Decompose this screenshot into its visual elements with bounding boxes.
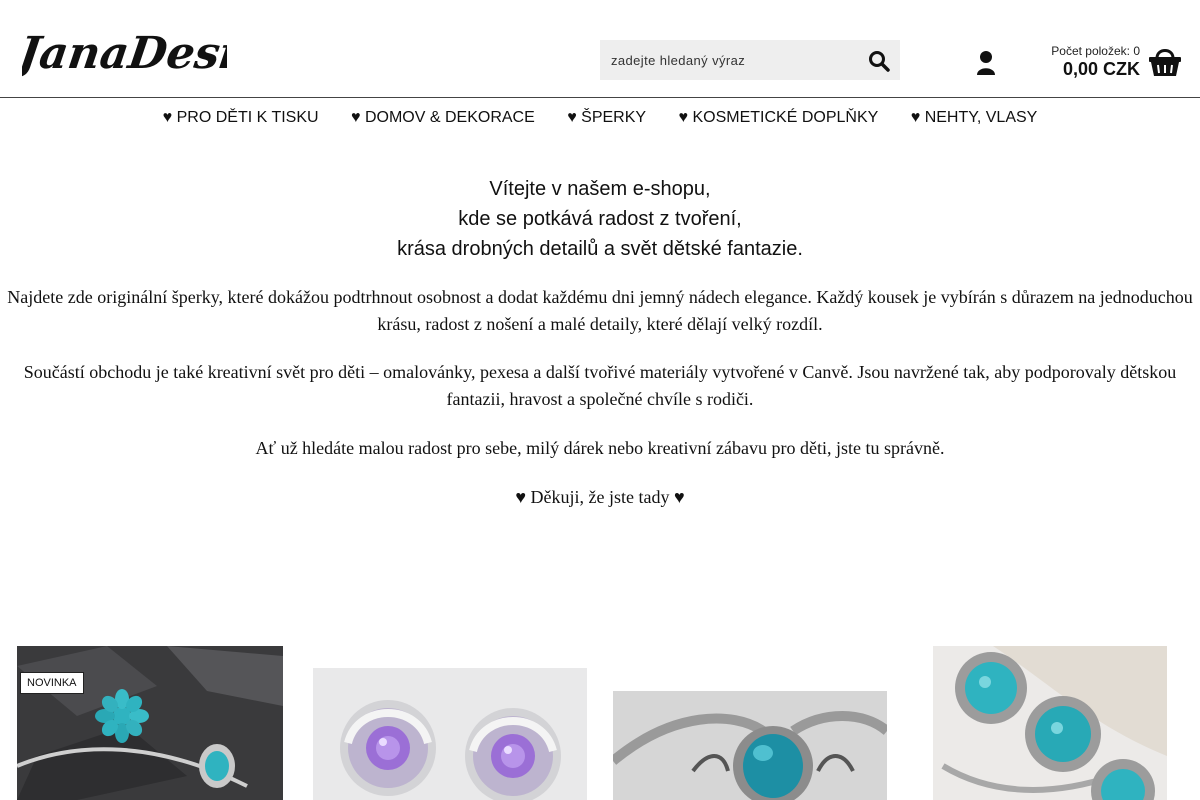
site-logo[interactable]: JanaDesign <box>8 18 302 88</box>
product-image-purple-earrings <box>313 668 587 800</box>
product-image-turquoise-cuff <box>17 646 283 800</box>
intro-paragraph-gift: Ať už hledáte malou radost pro sebe, mil… <box>255 438 945 458</box>
intro-paragraph-kids: Součástí obchodu je také kreativní svět … <box>23 362 1177 409</box>
welcome-heading: Vítejte v našem e-shopu, kde se potkává … <box>0 174 1200 264</box>
user-icon <box>977 51 995 75</box>
cart-count: Počet položek: 0 <box>1051 44 1140 58</box>
basket-icon <box>1149 49 1181 76</box>
product-card[interactable]: NOVINKA <box>17 646 283 800</box>
cart-summary[interactable]: Počet položek: 0 0,00 CZK <box>1030 40 1190 84</box>
nav-item-sperky[interactable]: ♥ ŠPERKY <box>567 98 646 138</box>
new-badge: NOVINKA <box>20 672 84 694</box>
product-image-turquoise-triple-ring <box>933 646 1167 800</box>
site-header: JanaDesign Počet položek: 0 0,00 CZK <box>0 0 1200 98</box>
thank-you-text: ♥ Děkuji, že jste tady ♥ <box>515 487 685 507</box>
product-card[interactable] <box>613 691 887 800</box>
svg-text:JanaDesign: JanaDesign <box>22 27 227 79</box>
logo-image: JanaDesign <box>8 27 302 79</box>
welcome-line: Vítejte v našem e-shopu, <box>489 178 711 200</box>
account-button[interactable] <box>975 50 997 76</box>
main-nav: ♥ PRO DĚTI K TISKU ♥ DOMOV & DEKORACE ♥ … <box>0 98 1200 140</box>
search-bar <box>600 40 900 80</box>
nav-item-pro-deti[interactable]: ♥ PRO DĚTI K TISKU <box>163 98 319 138</box>
nav-item-kosmeticke-doplnky[interactable]: ♥ KOSMETICKÉ DOPLŇKY <box>679 98 879 138</box>
product-image-turquoise-ring <box>613 691 887 800</box>
search-icon <box>869 51 890 72</box>
nav-item-domov-dekorace[interactable]: ♥ DOMOV & DEKORACE <box>351 98 535 138</box>
welcome-line: kde se potkává radost z tvoření, <box>458 208 742 230</box>
product-card[interactable] <box>933 646 1167 800</box>
welcome-line: krása drobných detailů a svět dětské fan… <box>397 238 803 260</box>
cart-total: 0,00 CZK <box>1062 59 1140 79</box>
search-button[interactable] <box>868 50 890 72</box>
intro-paragraph-jewelry: Najdete zde originální šperky, které dok… <box>7 287 1193 334</box>
nav-item-nehty-vlasy[interactable]: ♥ NEHTY, VLASY <box>911 98 1038 138</box>
search-input[interactable] <box>600 40 860 80</box>
product-card[interactable] <box>313 668 587 800</box>
